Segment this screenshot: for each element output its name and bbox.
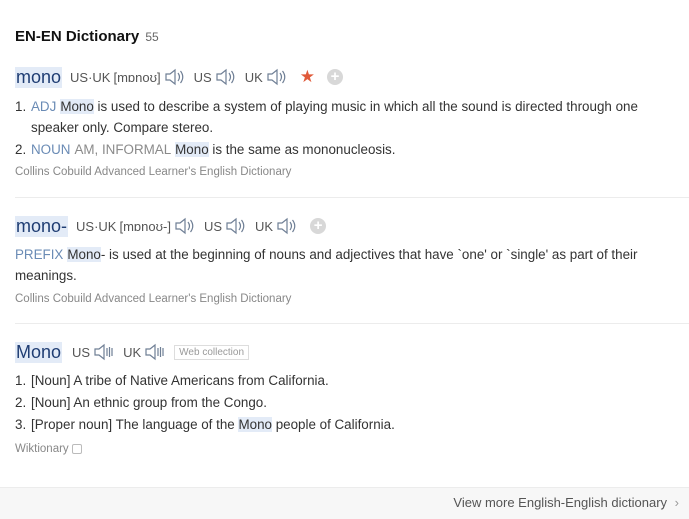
list-item: 1. ADJ Mono is used to describe a system … [15, 96, 671, 138]
entry-mono-prefix: mono- US·UK [mɒnoʊ-] US UK + PREFIX Mono-… [15, 214, 689, 305]
highlight-term: Mono [67, 247, 101, 262]
pron-ipa: [mɒnoʊ-] [119, 218, 171, 234]
sense-number: 2. [15, 395, 27, 410]
pronunciation-uk: UK [245, 68, 288, 86]
divider [15, 323, 689, 324]
sense-list: 1. [Noun] A tribe of Native Americans fr… [15, 370, 671, 435]
speaker-icon[interactable] [266, 68, 288, 86]
entry-head: Mono US UK Web collection [15, 340, 689, 364]
pron-label: UK [244, 69, 263, 85]
part-of-speech: NOUN [31, 142, 71, 157]
speaker-icon[interactable] [144, 343, 166, 361]
sense-number: 1. [15, 373, 27, 388]
pronunciation-uk: UK [123, 343, 166, 361]
definition-text: is used to describe a system of playing … [31, 99, 638, 135]
list-item: PREFIX Mono- is used at the beginning of … [15, 244, 671, 286]
speaker-icon[interactable] [93, 343, 115, 361]
web-collection-tag: Web collection [174, 344, 250, 360]
dictionary-count: 55 [145, 30, 159, 44]
list-item: 3. [Proper noun] The language of the Mon… [15, 414, 671, 435]
list-item: 2. NOUN AM, INFORMAL Mono is the same as m… [15, 139, 671, 160]
star-icon[interactable]: ★ [300, 67, 315, 87]
highlight-term: Mono [60, 99, 94, 114]
entry-head: mono- US·UK [mɒnoʊ-] US UK + [15, 214, 689, 238]
list-item: 1. [Noun] A tribe of Native Americans fr… [15, 370, 671, 391]
pronunciation-us: US [194, 68, 237, 86]
sense-list: 1. ADJ Mono is used to describe a system … [15, 96, 671, 160]
sense-number: 2. [15, 142, 27, 157]
view-more-label: View more English-English dictionary [453, 495, 668, 510]
pron-label: US·UK [76, 218, 117, 234]
pron-label: UK [123, 344, 142, 360]
source-label[interactable]: Collins Cobuild Advanced Learner's Engli… [15, 166, 291, 178]
part-of-speech: PREFIX [15, 247, 64, 262]
definition-text: is the same as mononucleosis. [208, 142, 396, 157]
definition-text: people of California. [271, 417, 395, 432]
source-wiktionary[interactable]: Wiktionary [15, 443, 82, 455]
pron-ipa: [mɒnoʊ] [113, 69, 161, 85]
highlight-term: Mono [175, 142, 209, 157]
speaker-icon[interactable] [225, 217, 247, 235]
chevron-right-icon: › [674, 495, 679, 510]
definition-text: [Noun] An ethnic group from the Congo. [31, 395, 267, 410]
pron-label: US [193, 69, 212, 85]
highlight-term: Mono [238, 417, 272, 432]
dictionary-title: EN-EN Dictionary [15, 28, 140, 45]
speaker-icon[interactable] [215, 68, 237, 86]
pronunciation-us-uk: US·UK [mɒnoʊ] [70, 68, 186, 86]
entry-head: mono US·UK [mɒnoʊ] US UK ★ + [15, 65, 689, 89]
external-link-icon[interactable] [71, 443, 82, 454]
part-of-speech: ADJ [31, 99, 57, 114]
speaker-icon[interactable] [174, 217, 196, 235]
add-icon[interactable]: + [327, 69, 343, 85]
headword: Mono [15, 341, 63, 363]
speaker-icon[interactable] [164, 68, 186, 86]
entry-mono: mono US·UK [mɒnoʊ] US UK ★ + 1. ADJ Mono … [15, 65, 689, 178]
add-icon[interactable]: + [310, 218, 327, 234]
definition-text: [Noun] A tribe of Native Americans from … [31, 373, 329, 388]
pronunciation-uk: UK [255, 217, 298, 235]
register-label: AM, INFORMAL [74, 142, 172, 157]
sense-number: 1. [15, 99, 27, 114]
sense-number: 3. [15, 417, 27, 432]
entry-mono-proper: Mono US UK Web collection 1. [Noun] A tr… [15, 340, 689, 455]
pron-label: UK [255, 218, 274, 234]
definition-text-before: [Proper noun] The language of the [31, 417, 239, 432]
footer-bar: View more English-English dictionary › [0, 487, 689, 519]
pron-label: US [72, 344, 91, 360]
pron-label: US·UK [70, 69, 111, 85]
sense-list: PREFIX Mono- is used at the beginning of … [15, 244, 671, 286]
pronunciation-us-uk: US·UK [mɒnoʊ-] [76, 217, 196, 235]
speaker-icon[interactable] [276, 217, 298, 235]
pronunciation-us: US [204, 217, 247, 235]
definition-text: - is used at the beginning of nouns and … [15, 247, 638, 283]
dictionary-header: EN-EN Dictionary 55 [15, 28, 159, 45]
headword: mono [15, 66, 63, 88]
source-label: Wiktionary [15, 443, 69, 455]
view-more-link[interactable]: View more English-English dictionary › [453, 495, 679, 510]
headword: mono- [15, 215, 69, 237]
source-label[interactable]: Collins Cobuild Advanced Learner's Engli… [15, 293, 291, 305]
divider [15, 197, 689, 198]
pron-label: US [203, 218, 223, 234]
pronunciation-us: US [72, 343, 115, 361]
list-item: 2. [Noun] An ethnic group from the Congo… [15, 392, 671, 413]
